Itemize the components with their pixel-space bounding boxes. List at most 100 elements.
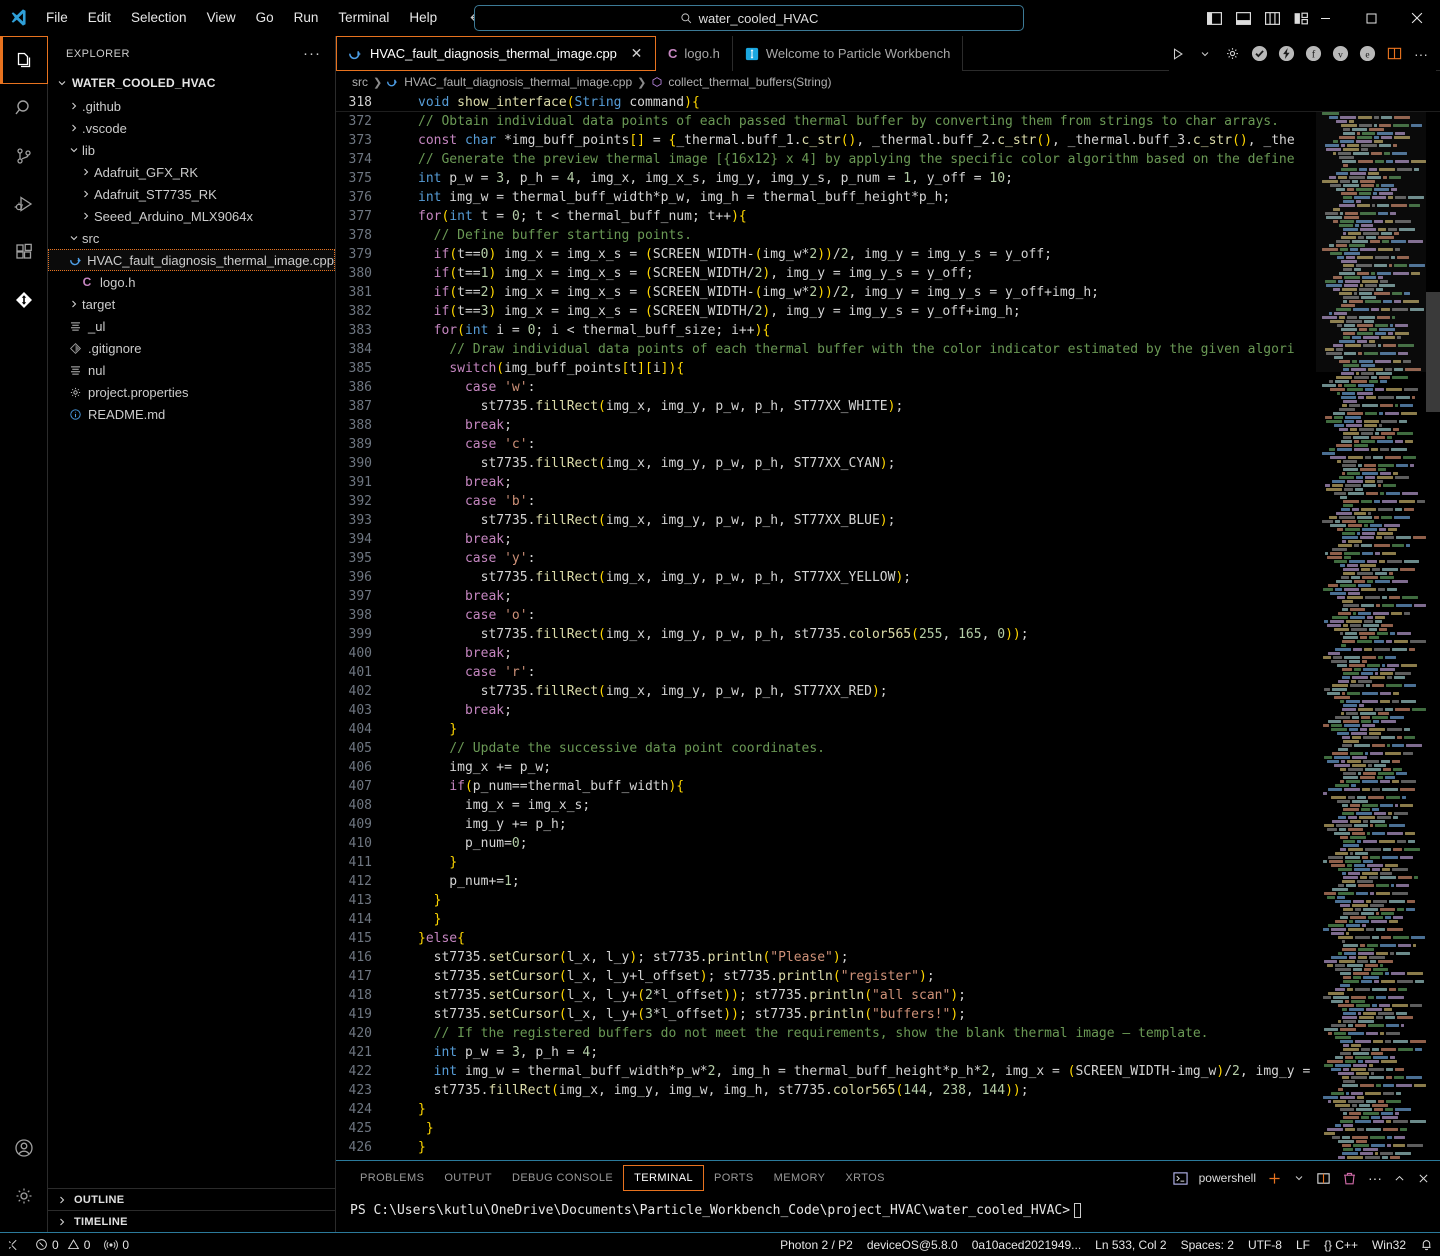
code-line[interactable]: 417 st7735.setCursor(l_x, l_y+l_offset);… <box>336 967 1440 986</box>
kill-terminal-icon[interactable] <box>1342 1171 1357 1186</box>
breadcrumb-item-file[interactable]: HVAC_fault_diagnosis_thermal_image.cpp <box>404 75 632 89</box>
particle-device[interactable]: Photon 2 / P2 <box>773 1233 860 1256</box>
code-line[interactable]: 381 if(t==2) img_x = img_x_s = (SCREEN_W… <box>336 283 1440 302</box>
terminal-shell-label[interactable]: powershell <box>1199 1171 1256 1185</box>
chevron-down-icon[interactable] <box>1293 1172 1305 1184</box>
code-line[interactable]: 410 p_num=0; <box>336 834 1440 853</box>
minimap[interactable] <box>1316 112 1426 1172</box>
code-line[interactable]: 391 break; <box>336 473 1440 492</box>
code-line[interactable]: 387 st7735.fillRect(img_x, img_y, p_w, p… <box>336 397 1440 416</box>
code-line[interactable]: 400 break; <box>336 644 1440 663</box>
code-line[interactable]: 414 } <box>336 910 1440 929</box>
sidebar-section-outline[interactable]: OUTLINE <box>48 1188 335 1210</box>
code-line[interactable]: 393 st7735.fillRect(img_x, img_y, p_w, p… <box>336 511 1440 530</box>
tree-file-.gitignore[interactable]: .gitignore <box>48 337 335 359</box>
tree-file-HVAC_fault_diagnosis_thermal_image.cpp[interactable]: HVAC_fault_diagnosis_thermal_image.cpp <box>48 249 335 271</box>
platform[interactable]: Win32 <box>1365 1233 1413 1256</box>
code-line[interactable]: 397 break; <box>336 587 1440 606</box>
gear-icon[interactable] <box>0 1172 48 1220</box>
tree-root-folder[interactable]: WATER_COOLED_HVAC <box>48 71 335 95</box>
code-editor[interactable]: 372// Obtain individual data points of e… <box>336 112 1440 1172</box>
code-line[interactable]: 420 // If the registered buffers do not … <box>336 1024 1440 1043</box>
panel-tab-memory[interactable]: MEMORY <box>764 1166 836 1190</box>
search-input[interactable]: water_cooled_HVAC <box>474 5 1024 31</box>
language-mode[interactable]: {} C++ <box>1317 1233 1365 1256</box>
tree-file-logo.h[interactable]: Clogo.h <box>48 271 335 293</box>
close-icon[interactable]: ✕ <box>630 45 643 62</box>
tree-file-project.properties[interactable]: project.properties <box>48 381 335 403</box>
code-line[interactable]: 379 if(t==0) img_x = img_x_s = (SCREEN_W… <box>336 245 1440 264</box>
code-line[interactable]: 408 img_x = img_x_s; <box>336 796 1440 815</box>
code-line[interactable]: 376int img_w = thermal_buff_width*p_w, i… <box>336 188 1440 207</box>
ellipsis-icon[interactable]: ··· <box>303 45 321 62</box>
code-line[interactable]: 411 } <box>336 853 1440 872</box>
gear-icon[interactable] <box>1223 45 1241 63</box>
menu-help[interactable]: Help <box>400 7 446 28</box>
code-line[interactable]: 372// Obtain individual data points of e… <box>336 112 1440 131</box>
menu-view[interactable]: View <box>198 7 245 28</box>
sidebar-item-source-control[interactable] <box>0 132 48 180</box>
sidebar-item-run-and-debug[interactable] <box>0 180 48 228</box>
code-line[interactable]: 373const char *img_buff_points[] = {_the… <box>336 131 1440 150</box>
code-line[interactable]: 390 st7735.fillRect(img_x, img_y, p_w, p… <box>336 454 1440 473</box>
breadcrumb-item-symbol[interactable]: collect_thermal_buffers(String) <box>668 75 831 89</box>
code-line[interactable]: 401 case 'r': <box>336 663 1440 682</box>
code-line[interactable]: 384 // Draw individual data points of ea… <box>336 340 1440 359</box>
code-line[interactable]: 407 if(p_num==thermal_buff_width){ <box>336 777 1440 796</box>
code-line[interactable]: 405 // Update the successive data point … <box>336 739 1440 758</box>
code-line[interactable]: 416 st7735.setCursor(l_x, l_y); st7735.p… <box>336 948 1440 967</box>
code-line[interactable]: 419 st7735.setCursor(l_x, l_y+(3*l_offse… <box>336 1005 1440 1024</box>
code-line[interactable]: 398 case 'o': <box>336 606 1440 625</box>
code-line[interactable]: 403 break; <box>336 701 1440 720</box>
scrollbar-thumb[interactable] <box>1426 292 1440 412</box>
toggle-primary-sidebar-icon[interactable] <box>1206 10 1223 27</box>
add-terminal-icon[interactable] <box>1267 1171 1282 1186</box>
code-line[interactable]: 385 switch(img_buff_points[t][i]){ <box>336 359 1440 378</box>
ports-status[interactable]: 0 <box>97 1233 136 1256</box>
minimap-slider[interactable] <box>1316 112 1426 372</box>
code-line[interactable]: 374// Generate the preview thermal image… <box>336 150 1440 169</box>
menu-go[interactable]: Go <box>247 7 283 28</box>
ellipsis-icon[interactable]: ··· <box>1412 45 1430 63</box>
tree-folder-github[interactable]: .github <box>48 95 335 117</box>
problems-errors[interactable]: 0 0 <box>28 1233 97 1256</box>
code-line[interactable]: 424} <box>336 1100 1440 1119</box>
code-line[interactable]: 412 p_num+=1; <box>336 872 1440 891</box>
tree-folder-target[interactable]: target <box>48 293 335 315</box>
code-line[interactable]: 415}else{ <box>336 929 1440 948</box>
code-line[interactable]: 423 st7735.fillRect(img_x, img_y, img_w,… <box>336 1081 1440 1100</box>
code-line[interactable]: 413 } <box>336 891 1440 910</box>
tree-file-nul[interactable]: nul <box>48 359 335 381</box>
toggle-secondary-sidebar-icon[interactable] <box>1264 10 1281 27</box>
tab-welcome-particle[interactable]: Welcome to Particle Workbench <box>733 36 963 71</box>
menu-file[interactable]: File <box>37 7 77 28</box>
code-line[interactable]: 389 case 'c': <box>336 435 1440 454</box>
panel-tab-debug-console[interactable]: DEBUG CONSOLE <box>502 1166 623 1190</box>
code-line[interactable]: 404 } <box>336 720 1440 739</box>
chevron-down-icon[interactable] <box>1196 45 1214 63</box>
code-line[interactable]: 421 int p_w = 3, p_h = 4; <box>336 1043 1440 1062</box>
code-line[interactable]: 377for(int t = 0; t < thermal_buff_num; … <box>336 207 1440 226</box>
code-line[interactable]: 425 } <box>336 1119 1440 1138</box>
sidebar-section-timeline[interactable]: TIMELINE <box>48 1210 335 1232</box>
notifications[interactable] <box>1413 1233 1440 1256</box>
accounts-button[interactable] <box>0 1124 48 1172</box>
close-icon[interactable] <box>1417 1172 1430 1185</box>
code-line[interactable]: 409 img_y += p_h; <box>336 815 1440 834</box>
minimize-button[interactable] <box>1302 0 1348 36</box>
code-line[interactable]: 422 int img_w = thermal_buff_width*p_w*2… <box>336 1062 1440 1081</box>
particle-verify-icon[interactable]: v <box>1331 45 1349 63</box>
code-line[interactable]: 402 st7735.fillRect(img_x, img_y, p_w, p… <box>336 682 1440 701</box>
split-terminal-icon[interactable] <box>1316 1171 1331 1186</box>
remote-indicator[interactable] <box>0 1233 28 1256</box>
run-icon[interactable] <box>1169 45 1187 63</box>
split-editor-icon[interactable] <box>1385 45 1403 63</box>
encoding[interactable]: UTF-8 <box>1241 1233 1289 1256</box>
tree-file-README.md[interactable]: README.md <box>48 403 335 425</box>
particle-deviceos[interactable]: deviceOS@5.8.0 <box>860 1233 965 1256</box>
ellipsis-icon[interactable]: ··· <box>1368 1170 1382 1186</box>
terminal-output[interactable]: PS C:\Users\kutlu\OneDrive\Documents\Par… <box>336 1195 1440 1225</box>
particle-device-id[interactable]: 0a10aced2021949... <box>965 1233 1088 1256</box>
close-button[interactable] <box>1394 0 1440 36</box>
sidebar-item-search[interactable] <box>0 84 48 132</box>
